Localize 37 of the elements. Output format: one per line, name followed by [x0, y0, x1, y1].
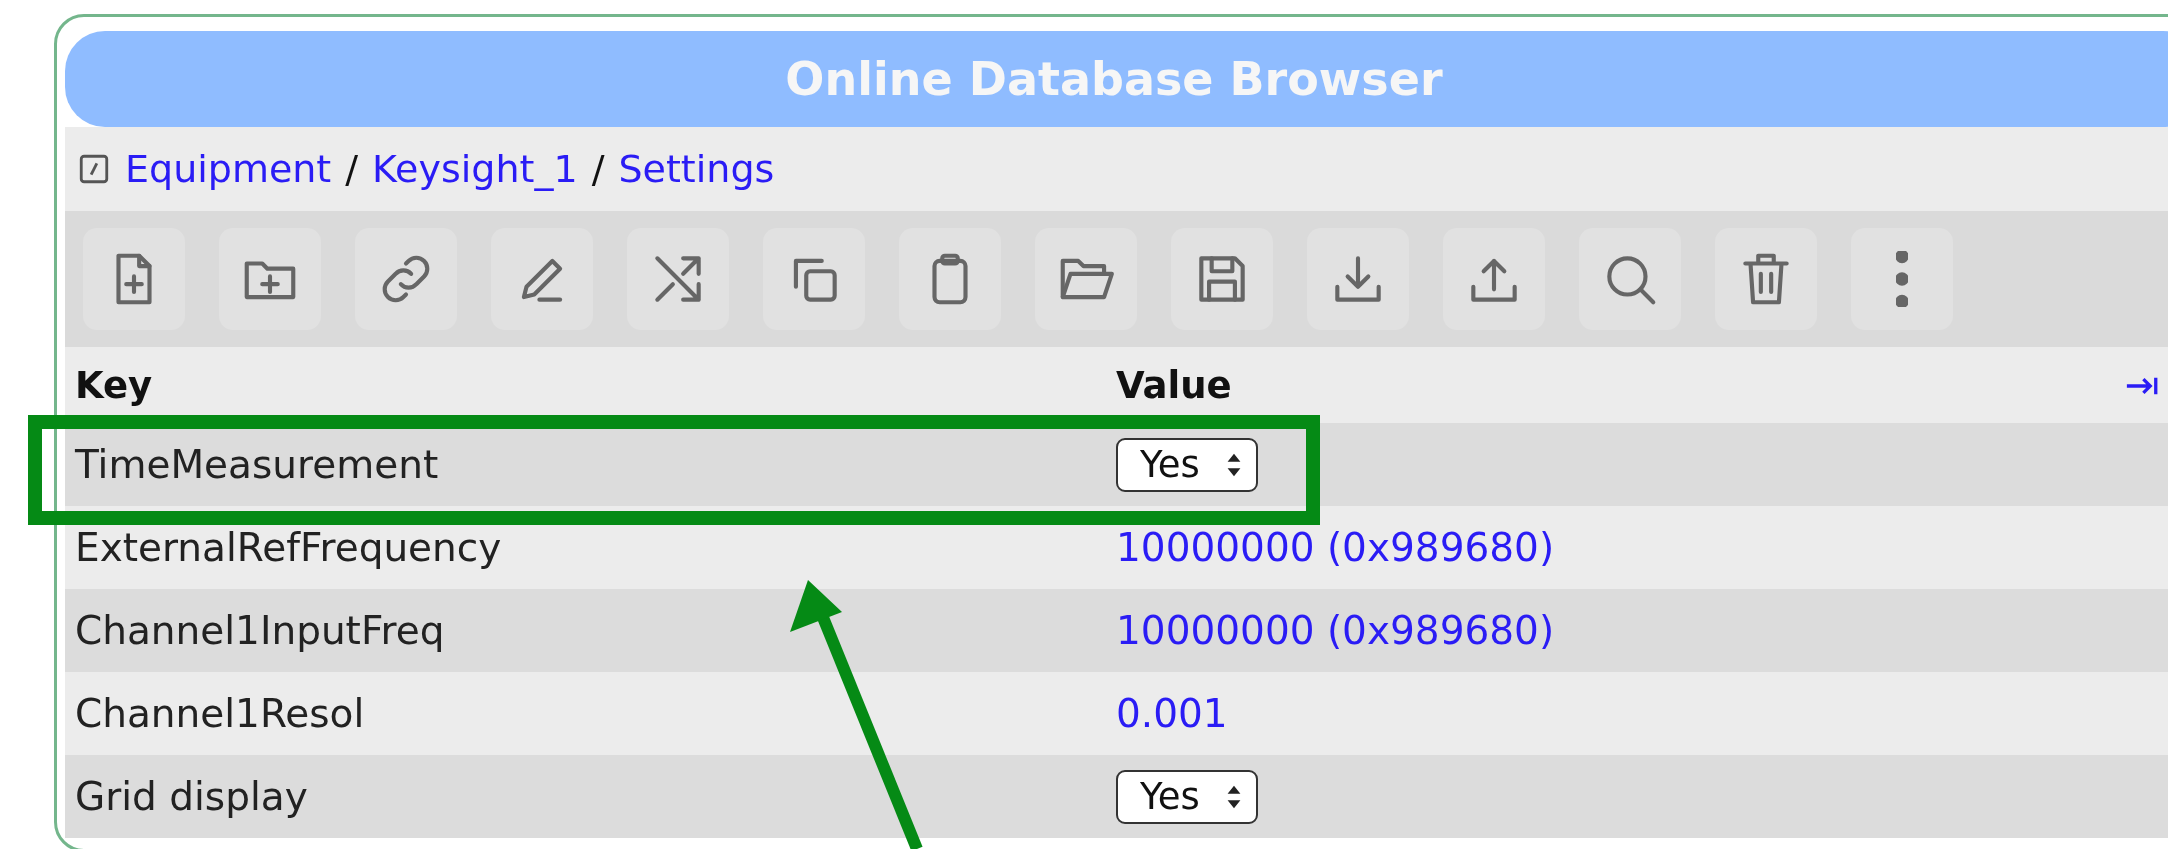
folder-button[interactable]	[1035, 228, 1137, 330]
column-header: Key	[74, 363, 154, 407]
more-button[interactable]	[1851, 228, 1953, 330]
value-select[interactable]: Yes	[1116, 437, 1258, 492]
edit-icon[interactable]	[77, 152, 111, 186]
clipboard-button[interactable]	[899, 228, 1001, 330]
column-header: Value	[1116, 363, 1232, 407]
value-select[interactable]: Yes	[1116, 769, 1258, 824]
save-button[interactable]	[1171, 228, 1273, 330]
search-button[interactable]	[1579, 228, 1681, 330]
breadcrumb-separator: /	[591, 147, 605, 191]
key-cell-text: Channel1InputFreq	[74, 608, 446, 653]
key-cell-text: ExternalRefFrequency	[74, 525, 503, 570]
expand-icon[interactable]	[2125, 375, 2159, 397]
breadcrumb-separator: /	[345, 147, 359, 191]
shuffle-button[interactable]	[627, 228, 729, 330]
header-title: Online Database Browser	[785, 52, 1443, 106]
value-cell[interactable]: 0.001	[1116, 691, 1228, 736]
more-icon	[1896, 251, 1908, 307]
breadcrumb-link[interactable]: Equipment	[125, 147, 332, 191]
breadcrumb-link[interactable]: Settings	[618, 147, 775, 191]
up-down-arrows-icon	[1225, 451, 1242, 478]
value-cell[interactable]: 10000000 (0x989680)	[1116, 608, 1555, 653]
link-button[interactable]	[355, 228, 457, 330]
new-folder-button[interactable]	[219, 228, 321, 330]
breadcrumb-link[interactable]: Keysight_1	[372, 147, 578, 191]
key-cell-text: TimeMeasurement	[74, 442, 440, 487]
download-button[interactable]	[1307, 228, 1409, 330]
copy-button[interactable]	[763, 228, 865, 330]
up-down-arrows-icon	[1225, 783, 1242, 810]
value-cell[interactable]: 10000000 (0x989680)	[1116, 525, 1555, 570]
key-cell-text: Grid display	[74, 774, 309, 819]
new-file-button[interactable]	[83, 228, 185, 330]
upload-button[interactable]	[1443, 228, 1545, 330]
trash-button[interactable]	[1715, 228, 1817, 330]
key-cell-text: Channel1Resol	[74, 691, 366, 736]
pencil-button[interactable]	[491, 228, 593, 330]
